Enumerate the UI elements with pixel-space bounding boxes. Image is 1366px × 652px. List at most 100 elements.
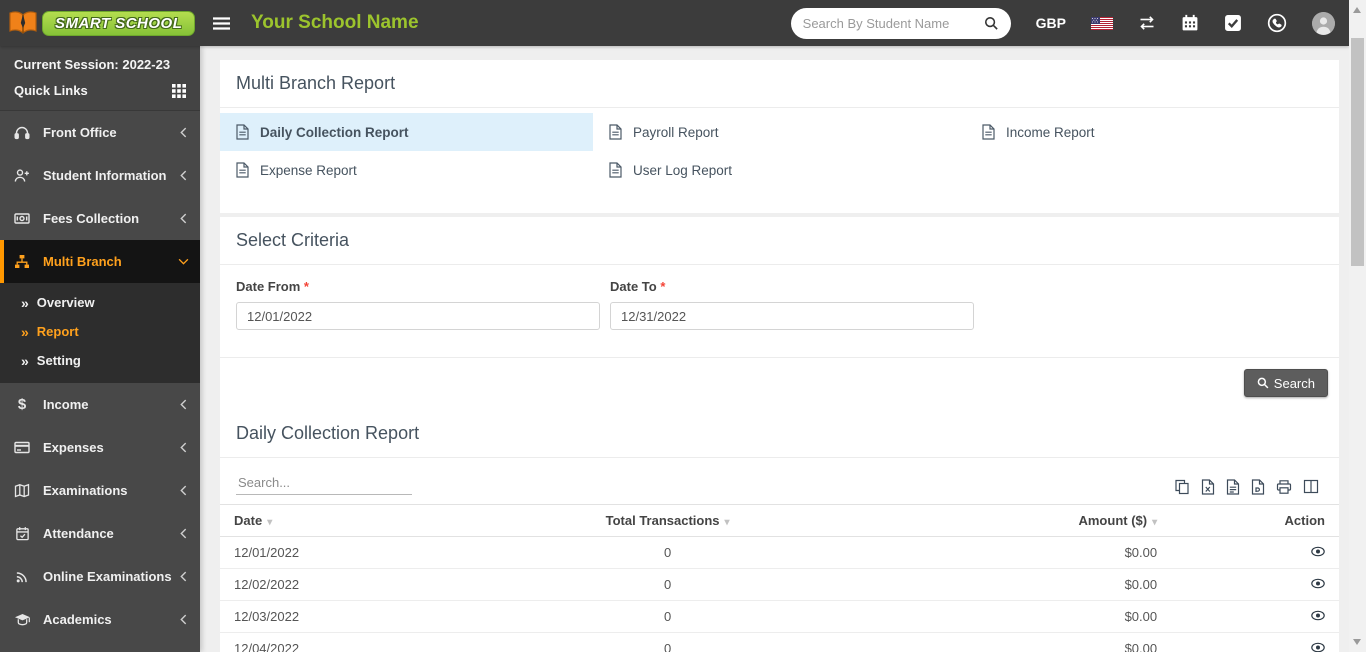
required-asterisk: *: [303, 279, 309, 294]
col-header-amount[interactable]: Amount ($) ▾: [835, 504, 1172, 537]
excel-export-icon[interactable]: [1201, 479, 1215, 495]
whatsapp-icon[interactable]: [1267, 13, 1287, 33]
col-header-total-transactions[interactable]: Total Transactions ▾: [499, 504, 836, 537]
tab-user-log-report[interactable]: User Log Report: [593, 151, 966, 189]
chevron-left-icon: [180, 213, 187, 224]
view-eye-icon[interactable]: [1311, 546, 1325, 557]
map-icon: [13, 483, 31, 498]
export-toolbar: [1174, 479, 1323, 495]
pdf-export-icon[interactable]: [1251, 479, 1265, 495]
table-row: 12/04/2022 0 $0.00: [220, 632, 1339, 652]
branch-switch-icon[interactable]: [1138, 15, 1156, 31]
cell-transactions: 0: [499, 536, 836, 569]
search-button[interactable]: Search: [1243, 369, 1328, 397]
user-avatar[interactable]: [1312, 11, 1335, 35]
graduation-cap-icon: [13, 613, 31, 627]
sidebar-item-multi-branch[interactable]: Multi Branch: [0, 240, 200, 283]
csv-export-icon[interactable]: [1226, 479, 1240, 495]
navbar-actions: GBP: [790, 7, 1349, 39]
currency-selector[interactable]: GBP: [1036, 15, 1066, 31]
file-text-icon: [236, 162, 249, 178]
page-title: Multi Branch Report: [220, 60, 1339, 108]
user-plus-icon: [13, 168, 31, 183]
sidebar-item-attendance[interactable]: Attendance: [0, 512, 200, 555]
main-content: Multi Branch Report Daily Collection Rep…: [200, 46, 1349, 652]
calendar-check-icon: [13, 526, 31, 541]
print-icon[interactable]: [1276, 479, 1292, 495]
copy-icon[interactable]: [1174, 479, 1190, 495]
sidebar-item-front-office[interactable]: Front Office: [0, 111, 200, 154]
search-icon: [1257, 377, 1269, 389]
tab-expense-report[interactable]: Expense Report: [220, 151, 593, 189]
sidebar-item-student-information[interactable]: Student Information: [0, 154, 200, 197]
table-search-input[interactable]: [236, 471, 412, 495]
tab-daily-collection-report[interactable]: Daily Collection Report: [220, 113, 593, 151]
quick-links-label: Quick Links: [14, 83, 88, 98]
table-row: 12/03/2022 0 $0.00: [220, 600, 1339, 633]
submenu-item-overview[interactable]: » Overview: [0, 288, 200, 317]
view-eye-icon[interactable]: [1311, 642, 1325, 652]
sort-icon: ▾: [1152, 517, 1158, 528]
sidebar-item-examinations[interactable]: Examinations: [0, 469, 200, 512]
rss-icon: [13, 569, 31, 584]
file-text-icon: [609, 162, 622, 178]
chevron-left-icon: [180, 399, 187, 410]
criteria-title: Select Criteria: [220, 217, 1339, 265]
sidebar-item-academics[interactable]: Academics: [0, 598, 200, 641]
sidebar-item-income[interactable]: $ Income: [0, 383, 200, 426]
table-row: 12/01/2022 0 $0.00: [220, 536, 1339, 569]
book-logo-icon: [8, 10, 38, 36]
student-search-input[interactable]: [802, 15, 984, 31]
chevron-left-icon: [180, 485, 187, 496]
calendar-icon[interactable]: [1181, 14, 1199, 32]
cell-date: 12/04/2022: [220, 632, 500, 652]
sidebar-item-expenses[interactable]: Expenses: [0, 426, 200, 469]
app-logo[interactable]: SMART SCHOOL: [0, 0, 200, 46]
daily-collection-table: Date ▾ Total Transactions ▾ Amount ($) ▾ Ac…: [220, 504, 1339, 652]
date-from-label: Date From *: [236, 279, 309, 294]
date-to-input[interactable]: [610, 302, 974, 330]
school-name-title: Your School Name: [251, 12, 419, 33]
quick-links-button[interactable]: Quick Links: [14, 83, 186, 98]
language-flag-icon[interactable]: [1091, 16, 1113, 30]
scroll-up-arrow-icon[interactable]: [1353, 7, 1361, 13]
col-header-action: Action: [1171, 504, 1339, 537]
submenu-item-report[interactable]: » Report: [0, 317, 200, 346]
cell-date: 12/03/2022: [220, 600, 500, 633]
student-search-box: [790, 7, 1011, 39]
cell-amount: $0.00: [835, 568, 1172, 601]
grid-icon: [172, 83, 186, 98]
cell-date: 12/02/2022: [220, 568, 500, 601]
date-from-field: Date From *: [236, 279, 600, 330]
submenu-item-setting[interactable]: » Setting: [0, 346, 200, 375]
date-from-input[interactable]: [236, 302, 600, 330]
double-angle-icon: »: [21, 294, 29, 311]
view-eye-icon[interactable]: [1311, 578, 1325, 589]
table-row: 12/02/2022 0 $0.00: [220, 568, 1339, 601]
cell-amount: $0.00: [835, 600, 1172, 633]
money-icon: [13, 212, 31, 225]
search-icon[interactable]: [984, 16, 999, 31]
sidebar-item-lesson-plan[interactable]: Lesson Plan: [0, 641, 200, 652]
vertical-scrollbar[interactable]: [1349, 0, 1366, 652]
chevron-left-icon: [180, 614, 187, 625]
menu-toggle-icon[interactable]: [212, 16, 231, 30]
col-header-date[interactable]: Date ▾: [220, 504, 500, 537]
select-criteria-card: Select Criteria Date From * Date To * Se…: [220, 217, 1339, 410]
cell-date: 12/01/2022: [220, 536, 500, 569]
sidebar-item-online-examinations[interactable]: Online Examinations: [0, 555, 200, 598]
file-text-icon: [609, 124, 622, 140]
session-block: Current Session: 2022-23 Quick Links: [0, 46, 200, 111]
cell-transactions: 0: [499, 600, 836, 633]
scroll-down-arrow-icon[interactable]: [1353, 639, 1361, 645]
scrollbar-thumb[interactable]: [1351, 38, 1364, 266]
tab-payroll-report[interactable]: Payroll Report: [593, 113, 966, 151]
required-asterisk: *: [660, 279, 666, 294]
sidebar-item-fees-collection[interactable]: Fees Collection: [0, 197, 200, 240]
tab-income-report[interactable]: Income Report: [966, 113, 1339, 151]
table-title: Daily Collection Report: [220, 410, 1339, 458]
chevron-left-icon: [180, 442, 187, 453]
view-eye-icon[interactable]: [1311, 610, 1325, 621]
todo-check-icon[interactable]: [1224, 14, 1242, 32]
column-visibility-icon[interactable]: [1303, 479, 1319, 495]
